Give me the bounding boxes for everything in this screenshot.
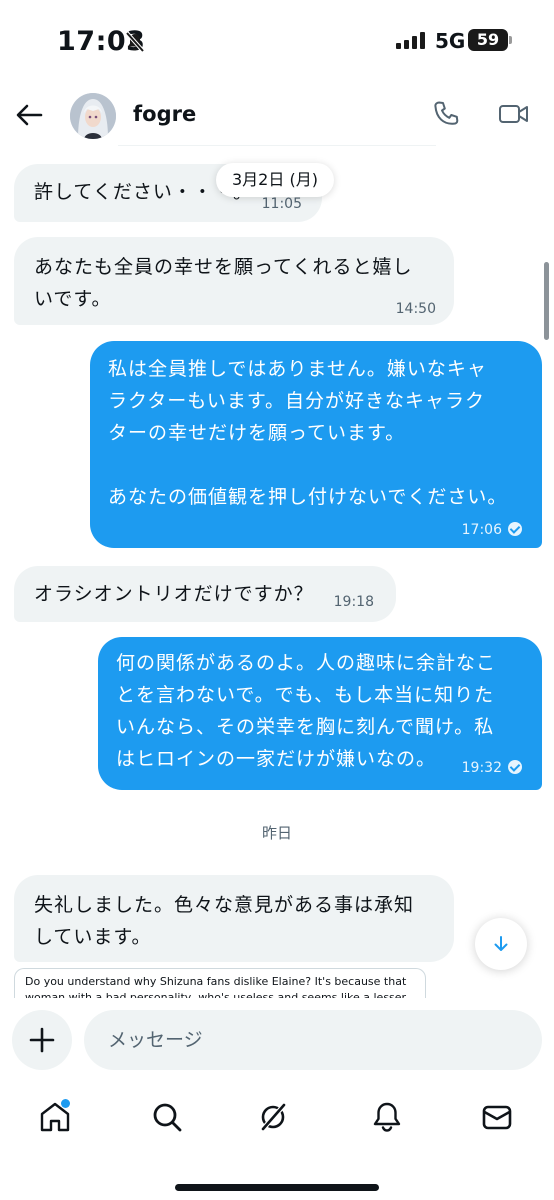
bottom-tab-bar	[0, 1086, 554, 1200]
tab-messages[interactable]	[480, 1100, 520, 1140]
message-status: 19:32	[462, 760, 522, 776]
avatar-image	[70, 93, 116, 139]
message-text-line: しています。	[34, 926, 152, 948]
message-text-line: 何の関係があるのよ。人の趣味に余計なこ	[116, 652, 497, 674]
message-text-line: ターの幸せだけを願っています。	[108, 422, 406, 444]
add-attachment-button[interactable]	[12, 1010, 72, 1070]
message-text-line: いんなら、その栄幸を胸に刻んで聞け。私	[116, 716, 495, 738]
message-text-line: あなたの価値観を押し付けないでください。	[108, 486, 508, 508]
message-time: 19:18	[333, 594, 374, 610]
arrow-down-icon	[494, 936, 508, 951]
message-status: 17:06	[462, 522, 522, 538]
read-check-icon	[508, 760, 522, 774]
notifications-icon	[373, 1102, 401, 1132]
notification-dot	[61, 1099, 70, 1108]
back-arrow-icon[interactable]	[14, 100, 44, 130]
message-composer	[0, 998, 554, 1086]
battery-indicator: 59	[468, 29, 508, 51]
message-list[interactable]: 許してください・・・。 11:05 3月2日 (月) あなたも全員の幸せを願って…	[0, 146, 554, 998]
grok-icon	[260, 1102, 287, 1132]
bell-muted-icon	[125, 31, 145, 53]
cellular-signal-icon	[396, 32, 425, 49]
link-preview-card[interactable]: Do you understand why Shizuna fans disli…	[14, 968, 426, 998]
message-text-line: あなたも全員の幸せを願ってくれると嬉し	[34, 256, 413, 278]
message-incoming[interactable]: オラシオントリオだけですか？ 19:18	[14, 566, 396, 622]
messages-icon	[482, 1105, 512, 1130]
search-icon	[153, 1103, 182, 1132]
message-time: 11:05	[261, 196, 302, 212]
tab-home[interactable]	[38, 1100, 78, 1140]
message-text-line: 失礼しました。色々な意見がある事は承知	[34, 894, 415, 916]
message-outgoing[interactable]: 私は全員推しではありません。嫌いなキャ ラクターもいます。自分が好きなキャラク …	[90, 341, 542, 548]
message-text-line: 私は全員推しではありません。嫌いなキャ	[108, 358, 487, 380]
tab-grok[interactable]	[256, 1100, 296, 1140]
day-separator: 昨日	[261, 824, 292, 842]
home-indicator	[175, 1184, 379, 1191]
network-type: 5G	[435, 29, 466, 53]
scrollbar-thumb[interactable]	[544, 262, 549, 340]
video-call-icon[interactable]	[498, 99, 530, 129]
message-text-line: いです。	[34, 288, 112, 310]
tab-search[interactable]	[150, 1100, 190, 1140]
avatar[interactable]	[70, 93, 116, 139]
message-text: オラシオントリオだけですか？	[34, 583, 314, 605]
message-incoming[interactable]: あなたも全員の幸せを願ってくれると嬉し いです。 14:50	[14, 237, 454, 325]
message-text-line: ラクターもいます。自分が好きなキャラク	[108, 390, 485, 412]
plus-icon	[29, 1027, 55, 1053]
card-text-line: woman with a bad personality, who's usel…	[25, 991, 407, 998]
battery-cap	[509, 36, 512, 44]
tab-notifications[interactable]	[370, 1100, 410, 1140]
phone-call-icon[interactable]	[432, 99, 462, 129]
status-bar: 17:03 5G 59	[0, 0, 554, 86]
conversation-header: fogre	[0, 86, 554, 146]
message-text-line: とを言わないで。でも、もし本当に知りた	[116, 684, 495, 706]
message-input[interactable]	[84, 1010, 542, 1070]
message-time: 17:06	[461, 522, 502, 538]
message-incoming[interactable]: 失礼しました。色々な意見がある事は承知 しています。	[14, 875, 454, 962]
conversation-username[interactable]: fogre	[133, 102, 196, 126]
message-outgoing[interactable]: 何の関係があるのよ。人の趣味に余計なこ とを言わないで。でも、もし本当に知りた …	[98, 637, 542, 790]
card-text-line: Do you understand why Shizuna fans disli…	[25, 975, 407, 988]
scroll-to-bottom-button[interactable]	[475, 918, 527, 970]
message-time: 19:32	[461, 760, 502, 776]
date-pill: 3月2日 (月)	[216, 163, 334, 197]
read-check-icon	[508, 522, 522, 536]
message-time: 14:50	[395, 301, 436, 317]
